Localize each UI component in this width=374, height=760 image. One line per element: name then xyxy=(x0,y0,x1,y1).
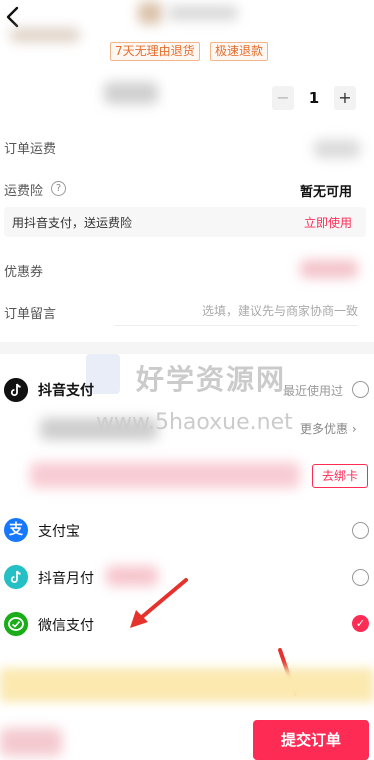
insurance-promo-text: 用抖音支付，送运费险 xyxy=(12,216,133,230)
quantity-stepper[interactable]: − 1 + xyxy=(272,86,358,110)
blurred-store-avatar xyxy=(138,2,162,24)
more-coupons-link[interactable]: 更多优惠 › xyxy=(300,420,357,437)
submit-order-button[interactable]: 提交订单 xyxy=(253,720,369,760)
shipping-insurance-label: 运费险 xyxy=(4,184,44,199)
back-chevron-icon[interactable] xyxy=(2,4,24,30)
douyin-monthly-icon xyxy=(4,565,28,589)
coupon-label: 优惠券 xyxy=(4,265,44,280)
annotation-arrow-icon xyxy=(130,578,188,628)
blurred-coupon-value[interactable] xyxy=(300,260,358,278)
wechat-pay-label[interactable]: 微信支付 xyxy=(38,615,94,635)
recently-used-text: 最近使用过 xyxy=(283,384,344,398)
shipping-insurance-value: 暂无可用 xyxy=(300,185,353,200)
douyin-monthly-radio[interactable] xyxy=(352,569,369,586)
blurred-freight-value xyxy=(314,140,360,158)
alipay-icon: 支 xyxy=(4,518,28,542)
wechat-pay-radio-selected[interactable]: ✓ xyxy=(352,615,369,632)
decrease-quantity-button[interactable]: − xyxy=(272,86,294,110)
section-divider xyxy=(0,342,374,354)
quantity-value: 1 xyxy=(308,89,320,107)
watermark-title: 好学资源网 xyxy=(136,363,287,396)
return-policy-tag: 7天无理由退货 xyxy=(110,42,200,61)
alipay-label[interactable]: 支付宝 xyxy=(38,521,80,541)
bind-card-button[interactable]: 去绑卡 xyxy=(312,464,368,488)
blurred-promo-banner xyxy=(0,668,374,702)
blurred-product-thumbnail xyxy=(10,28,80,42)
blurred-card-info xyxy=(40,418,158,440)
order-message-label: 订单留言 xyxy=(4,307,57,322)
fast-refund-tag: 极速退款 xyxy=(210,42,269,61)
blurred-store-name xyxy=(168,6,238,20)
help-question-icon[interactable]: ? xyxy=(51,181,66,196)
use-now-link[interactable]: 立即使用 xyxy=(304,214,352,231)
douyin-icon xyxy=(4,378,28,402)
douyin-monthly-label[interactable]: 抖音月付 xyxy=(38,568,94,588)
freight-label: 订单运费 xyxy=(4,142,57,157)
alipay-radio[interactable] xyxy=(352,522,369,539)
order-message-input[interactable] xyxy=(114,296,358,326)
douyin-pay-label[interactable]: 抖音支付 xyxy=(38,380,94,400)
blurred-price xyxy=(104,82,158,104)
douyin-pay-radio[interactable] xyxy=(352,381,369,398)
blurred-bank-promo xyxy=(30,462,300,488)
wechat-pay-icon xyxy=(4,612,28,636)
increase-quantity-button[interactable]: + xyxy=(334,86,356,110)
blurred-total-price xyxy=(0,728,62,756)
